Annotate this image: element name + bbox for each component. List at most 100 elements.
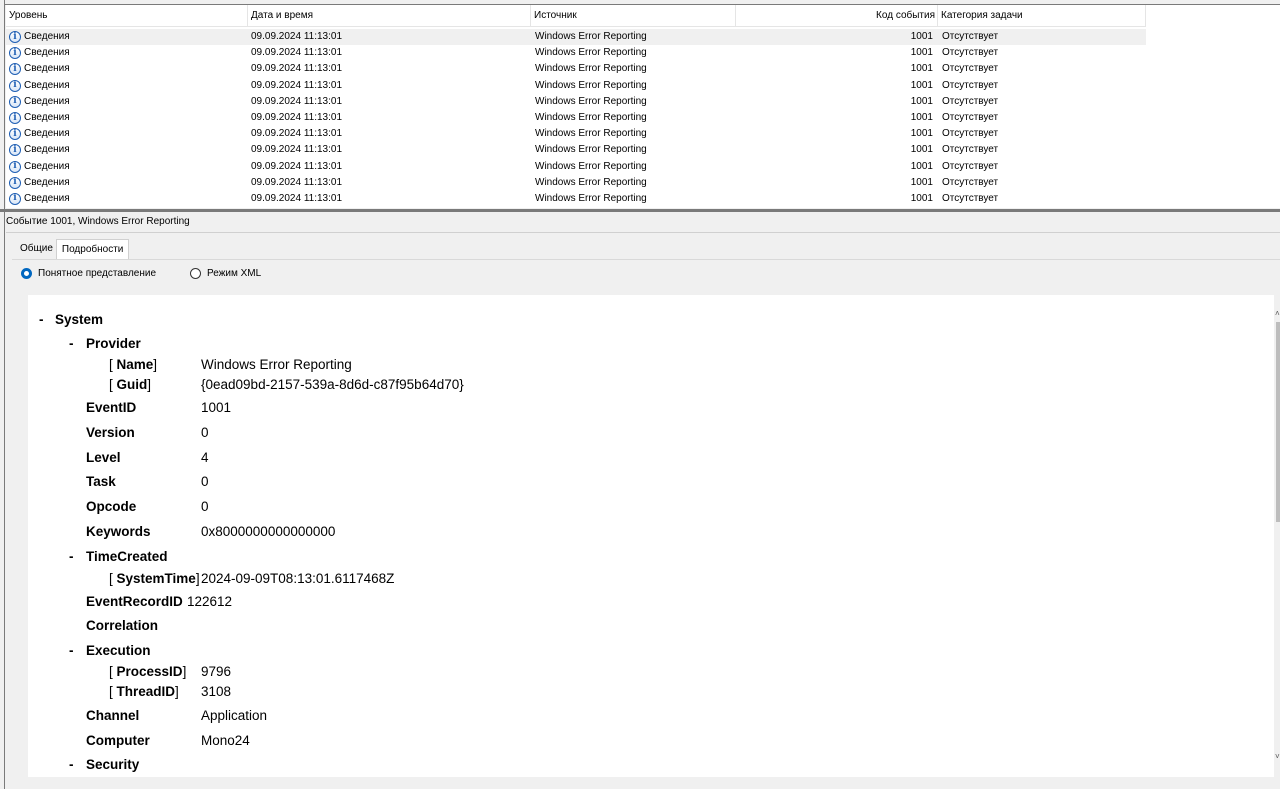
list-header: Уровень Дата и время Источник Код событи… [6,5,1146,27]
cell-datetime: 09.09.2024 11:13:01 [251,63,343,75]
cell-task-category: Отсутствует [942,79,999,91]
cell-level-text: Сведения [24,160,70,172]
cell-task-category: Отсутствует [942,95,999,107]
cell-level: i Сведения [6,29,248,45]
cell-source: Windows Error Reporting [535,111,647,123]
cell-task-category: Отсутствует [942,111,999,123]
cell-datetime: 09.09.2024 11:13:01 [251,144,343,156]
cell-level: i Сведения [6,142,248,158]
radio-xml-view[interactable]: Режим XML [190,268,261,279]
collapse-system-toggle[interactable]: - [39,311,44,329]
cell-level: i Сведения [6,78,248,94]
event-row[interactable]: i Сведения 09.09.2024 11:13:01 Windows Erro… [6,78,1146,94]
details-scrollbar-thumb[interactable] [1276,322,1280,522]
pane-splitter[interactable] [0,209,1280,212]
field-version-value: 0 [201,425,209,440]
details-view[interactable]: - System - Provider [ Name] Windows Erro… [28,295,1274,777]
cell-level: i Сведения [6,110,248,126]
cell-source: Windows Error Reporting [535,79,647,91]
info-icon: i [9,47,21,60]
column-header-task-category[interactable]: Категория задачи [938,5,1146,26]
section-security: Security [86,757,140,772]
event-list[interactable]: Уровень Дата и время Источник Код событи… [6,5,1280,208]
info-icon: i [9,160,21,173]
radio-checked-icon [21,268,32,279]
collapse-security-toggle[interactable]: - [69,756,74,774]
field-eventrecordid-value: 122612 [187,594,233,609]
cell-task-category: Отсутствует [942,47,999,59]
field-channel-key: Channel [86,708,140,723]
field-systemtime-value: 2024-09-09T08:13:01.6117468Z [201,571,395,586]
scroll-up-icon[interactable]: ˄ [1275,309,1280,318]
field-opcode-value: 0 [201,499,209,514]
column-header-source[interactable]: Источник [531,5,736,26]
cell-level: i Сведения [6,45,248,61]
cell-task-category: Отсутствует [942,176,999,188]
event-row[interactable]: i Сведения 09.09.2024 11:13:01 Windows Erro… [6,29,1146,46]
cell-source: Windows Error Reporting [535,128,647,140]
event-row[interactable]: i Сведения 09.09.2024 11:13:01 Windows Erro… [6,191,1146,207]
cell-source: Windows Error Reporting [535,31,647,42]
cell-level-text: Сведения [24,144,70,156]
cell-level-text: Сведения [24,79,70,91]
cell-event-code: 1001 [910,63,933,75]
event-row[interactable]: i Сведения 09.09.2024 11:13:01 Windows Erro… [6,142,1146,158]
field-processid-key: [ ProcessID] [109,664,187,679]
event-row[interactable]: i Сведения 09.09.2024 11:13:01 Windows Erro… [6,45,1146,61]
cell-event-code: 1001 [910,128,933,140]
cell-datetime: 09.09.2024 11:13:01 [251,160,343,172]
info-icon: i [9,95,21,108]
event-rows: i Сведения 09.09.2024 11:13:01 Windows Erro… [6,29,1146,207]
cell-task-category: Отсутствует [942,160,999,172]
collapse-provider-toggle[interactable]: - [69,335,74,353]
event-row[interactable]: i Сведения 09.09.2024 11:13:01 Windows Erro… [6,94,1146,110]
info-icon: i [9,128,21,141]
preview-title: Событие 1001, Windows Error Reporting [6,216,190,227]
cell-level: i Сведения [6,126,248,142]
cell-level: i Сведения [6,159,248,175]
event-row[interactable]: i Сведения 09.09.2024 11:13:01 Windows Erro… [6,126,1146,142]
field-computer-value: Mono24 [201,733,250,748]
field-keywords-key: Keywords [86,524,151,539]
radio-xml-label: Режим XML [207,268,262,279]
cell-task-category: Отсутствует [942,144,999,156]
info-icon: i [9,63,21,76]
column-header-level[interactable]: Уровень [6,5,248,26]
cell-event-code: 1001 [910,111,933,123]
column-header-event-code[interactable]: Код события [736,5,938,26]
event-row[interactable]: i Сведения 09.09.2024 11:13:01 Windows Erro… [6,159,1146,175]
collapse-timecreated-toggle[interactable]: - [69,548,74,566]
cell-source: Windows Error Reporting [535,95,647,107]
cell-source: Windows Error Reporting [535,63,647,75]
cell-datetime: 09.09.2024 11:13:01 [251,79,343,91]
event-row[interactable]: i Сведения 09.09.2024 11:13:01 Windows Erro… [6,110,1146,126]
scroll-down-icon[interactable]: ˅ [1275,752,1280,761]
field-name-key: [ Name] [109,357,158,372]
cell-source: Windows Error Reporting [535,160,647,172]
cell-task-category: Отсутствует [942,192,999,204]
divider [6,232,1280,233]
field-guid-value: {0ead09bd-2157-539a-8d6d-c87f95b64d70} [201,377,464,392]
section-execution: Execution [86,643,151,658]
cell-event-code: 1001 [910,176,933,188]
field-version-key: Version [86,425,135,440]
column-header-datetime[interactable]: Дата и время [248,5,531,26]
tab-details[interactable]: Подробности [55,239,130,259]
cell-task-category: Отсутствует [942,63,999,75]
field-processid-value: 9796 [201,664,232,679]
field-threadid-value: 3108 [201,684,232,699]
event-row[interactable]: i Сведения 09.09.2024 11:13:01 Windows Erro… [6,175,1146,191]
field-correlation-key: Correlation [86,618,159,633]
info-icon: i [9,192,21,205]
cell-source: Windows Error Reporting [535,192,647,204]
event-row[interactable]: i Сведения 09.09.2024 11:13:01 Windows Erro… [6,61,1146,77]
tab-general[interactable]: Общие [17,239,56,259]
info-icon: i [9,112,21,125]
cell-level-text: Сведения [24,95,70,107]
cell-event-code: 1001 [910,160,933,172]
radio-friendly-view[interactable]: Понятное представление [21,268,156,279]
info-icon: i [9,176,21,189]
cell-event-code: 1001 [910,95,933,107]
collapse-execution-toggle[interactable]: - [69,642,74,660]
field-eventrecordid-key: EventRecordID [86,594,183,609]
